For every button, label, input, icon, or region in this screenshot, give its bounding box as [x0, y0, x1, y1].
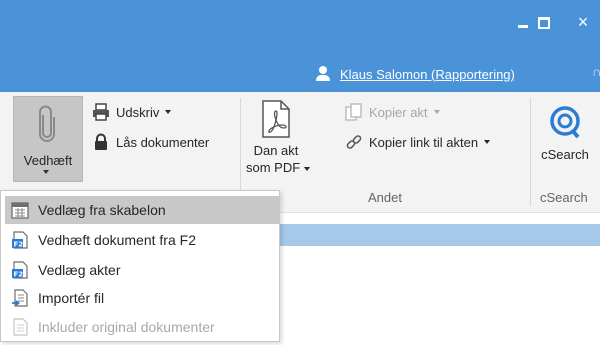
- chevron-down-icon: [484, 140, 491, 144]
- create-pdf-label-line1: Dan akt: [253, 143, 299, 158]
- svg-text:F2: F2: [14, 271, 24, 279]
- options-icon[interactable]: ∩: [592, 64, 600, 79]
- menu-item-attach-f2[interactable]: F2 Vedhæft dokument fra F2: [5, 226, 279, 254]
- lock-documents-label: Lås dokumenter: [116, 134, 210, 150]
- menu-item-import-file[interactable]: Importér fil: [5, 284, 279, 312]
- menu-item-template[interactable]: Vedlæg fra skabelon: [5, 196, 279, 224]
- f2-document-icon: F2: [12, 231, 28, 249]
- group-label-andet: Andet: [368, 190, 402, 205]
- link-icon: [346, 135, 362, 149]
- content-header-strip: [280, 224, 600, 246]
- attach-dropdown-menu: Vedlæg fra skabelon F2 Vedhæft dokument …: [0, 190, 280, 342]
- csearch-button[interactable]: cSearch: [537, 104, 593, 163]
- group-label-csearch: cSearch: [540, 190, 588, 205]
- import-file-icon: [12, 289, 28, 307]
- copy-record-button[interactable]: Kopier akt: [345, 101, 440, 123]
- copy-icon: [345, 103, 362, 121]
- chevron-down-icon: [43, 170, 49, 174]
- menu-item-include-original[interactable]: Inkluder original dokumenter: [5, 313, 279, 341]
- f2-records-icon: F2: [12, 261, 28, 279]
- csearch-icon: [550, 106, 580, 139]
- group-separator: [530, 98, 531, 206]
- calendar-template-icon: [11, 202, 29, 219]
- copy-link-button[interactable]: Kopier link til akten: [345, 131, 491, 153]
- menu-item-label: Vedlæg fra skabelon: [38, 202, 166, 218]
- user-name-link[interactable]: Klaus Salomon (Rapportering): [340, 67, 515, 82]
- print-button[interactable]: Udskriv: [92, 101, 172, 123]
- lock-icon: [95, 133, 107, 150]
- menu-item-records[interactable]: F2 Vedlæg akter: [5, 256, 279, 284]
- print-label: Udskriv: [116, 104, 160, 120]
- lock-documents-button[interactable]: Lås dokumenter: [92, 131, 209, 153]
- pdf-icon: [262, 100, 290, 138]
- copy-link-label: Kopier link til akten: [369, 134, 479, 150]
- chevron-down-icon: [433, 110, 440, 114]
- attach-button[interactable]: Vedhæft: [13, 96, 83, 182]
- create-pdf-label-line2: som PDF: [246, 160, 301, 175]
- title-bar: × Klaus Salomon (Rapportering) ∩: [0, 0, 600, 92]
- csearch-label: cSearch: [541, 147, 589, 162]
- chevron-down-icon: [165, 110, 172, 114]
- chevron-down-icon: [304, 166, 311, 171]
- user-icon: [316, 66, 330, 82]
- menu-item-label: Inkluder original dokumenter: [38, 319, 215, 335]
- menu-item-label: Vedhæft dokument fra F2: [38, 232, 196, 248]
- create-pdf-button[interactable]: Dan akt som PDF: [246, 100, 311, 176]
- printer-icon: [93, 103, 109, 121]
- copy-record-label: Kopier akt: [369, 104, 428, 120]
- svg-text:F2: F2: [14, 241, 24, 249]
- user-account[interactable]: Klaus Salomon (Rapportering): [316, 64, 515, 84]
- menu-item-label: Vedlæg akter: [38, 262, 121, 278]
- attach-button-label: Vedhæft: [23, 153, 73, 168]
- menu-item-label: Importér fil: [38, 290, 105, 306]
- paperclip-icon: [39, 105, 55, 142]
- original-document-icon: [13, 318, 28, 336]
- close-button[interactable]: ×: [566, 0, 600, 44]
